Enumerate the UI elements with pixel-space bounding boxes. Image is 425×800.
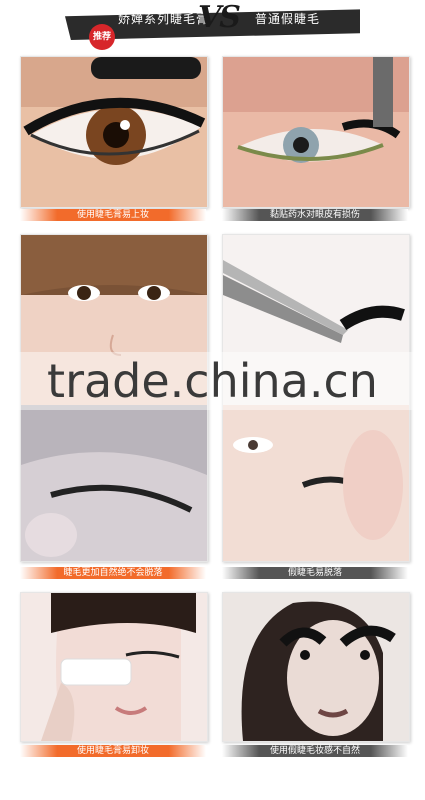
header-left-text: 娇婵系列睫毛膏 bbox=[118, 12, 210, 26]
photo-mascara-removal bbox=[20, 592, 208, 742]
photo-false-lash-eye bbox=[222, 56, 410, 208]
header-right-text: 普通假睫毛 bbox=[255, 12, 321, 26]
caption-1: 使用睫毛膏易上妆 bbox=[20, 209, 206, 221]
caption-3: 睫毛更加自然绝不会脱落 bbox=[20, 567, 206, 579]
photo-mascara-eye bbox=[20, 56, 208, 208]
watermark-text: trade.china.cn bbox=[0, 352, 425, 410]
recommend-badge: 推荐 bbox=[89, 24, 115, 50]
caption-5: 使用睫毛膏易卸妆 bbox=[20, 745, 206, 757]
vs-label: VS bbox=[198, 0, 241, 35]
photo-unnatural-lash bbox=[222, 592, 410, 742]
caption-6: 使用假睫毛妆感不自然 bbox=[222, 745, 408, 757]
caption-2: 黏贴药水对眼皮有损伤 bbox=[222, 209, 408, 221]
caption-4: 假睫毛易脱落 bbox=[222, 567, 408, 579]
